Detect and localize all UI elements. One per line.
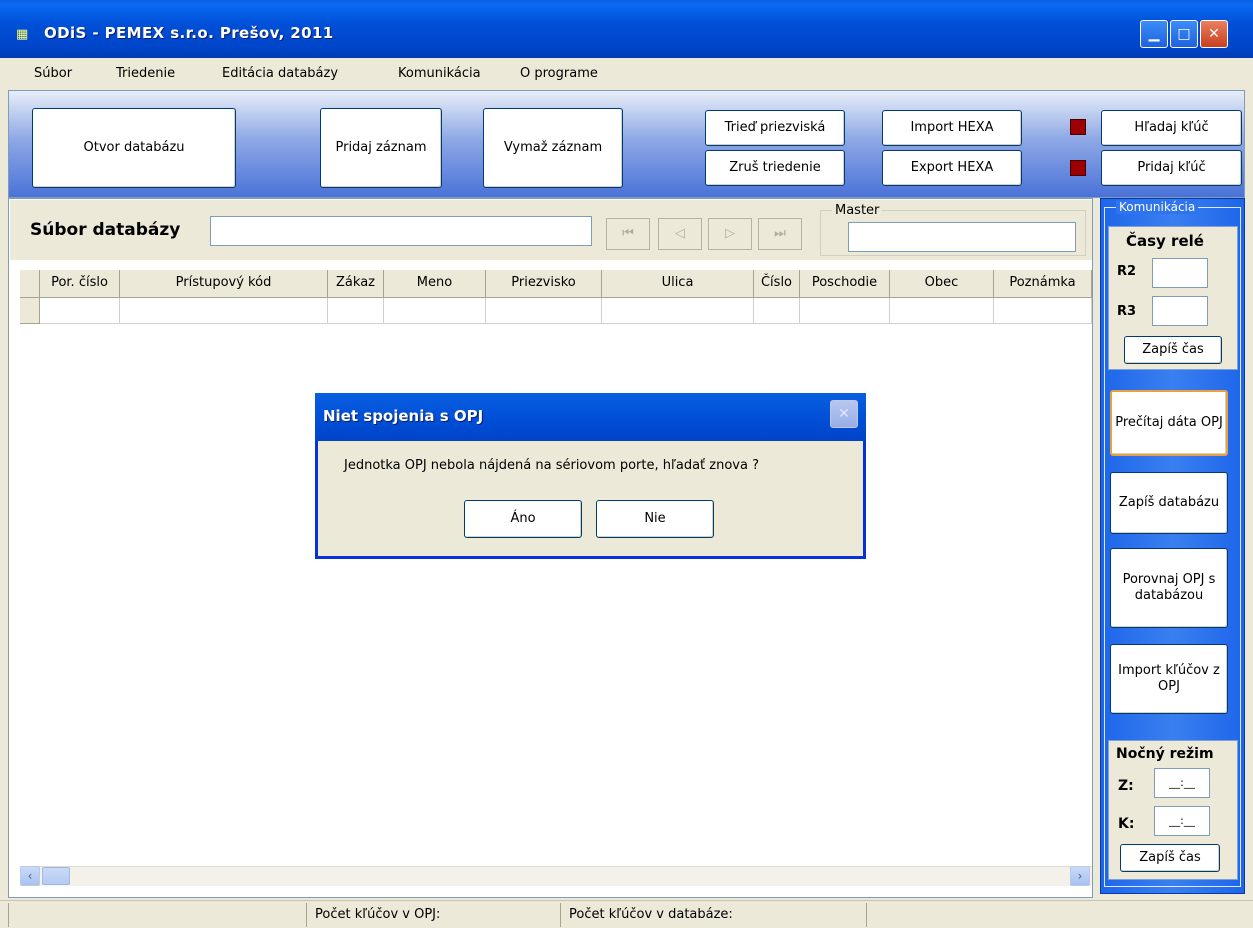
keys-in-opj-status: Počet kľúčov v OPJ: (306, 903, 556, 927)
database-file-label: Súbor databázy (30, 220, 181, 240)
read-opj-data-button[interactable]: Prečítaj dáta OPJ (1110, 390, 1228, 456)
write-relay-time-button[interactable]: Zapíš čas (1124, 336, 1222, 364)
k-label: K: (1118, 816, 1135, 832)
import-hexa-button[interactable]: Import HEXA (882, 110, 1022, 146)
menu-triedenie[interactable]: Triedenie (116, 66, 175, 81)
export-hexa-button[interactable]: Export HEXA (882, 150, 1022, 186)
add-record-button[interactable]: Pridaj záznam (320, 108, 442, 188)
find-key-button[interactable]: Hľadaj kľúč (1101, 110, 1242, 146)
column-header[interactable]: Poschodie (800, 270, 890, 298)
r3-label: R3 (1117, 304, 1137, 319)
compare-opj-button[interactable]: Porovnaj OPJ s databázou (1110, 548, 1228, 628)
database-file-input[interactable] (210, 216, 592, 246)
write-night-time-button[interactable]: Zapíš čas (1120, 844, 1220, 872)
master-label: Master (832, 203, 883, 218)
status-panel-empty (8, 903, 304, 927)
app-logo-icon[interactable]: ▦ (16, 27, 34, 43)
add-key-status-led (1070, 160, 1086, 176)
table-cell[interactable] (890, 298, 994, 324)
minimize-icon[interactable]: ▁ (1140, 20, 1168, 48)
column-header[interactable]: Obec (890, 270, 994, 298)
nav-prev-icon[interactable]: ◁ (658, 218, 702, 250)
table-cell[interactable] (486, 298, 602, 324)
column-header[interactable]: Poznámka (994, 270, 1092, 298)
table-cell[interactable] (384, 298, 486, 324)
add-key-button[interactable]: Pridaj kľúč (1101, 150, 1242, 186)
dialog-message: Jednotka OPJ nebola nájdená na sériovom … (344, 458, 759, 473)
nav-last-icon[interactable]: ⏭ (758, 218, 802, 250)
scroll-right-icon[interactable]: › (1070, 866, 1090, 886)
k-time-input[interactable]: __:__ (1154, 806, 1210, 836)
nav-first-icon[interactable]: ⏮ (606, 218, 650, 250)
z-label: Z: (1118, 778, 1134, 794)
column-header[interactable]: Prístupový kód (120, 270, 328, 298)
import-keys-button[interactable]: Import kľúčov z OPJ (1110, 644, 1228, 714)
dialog-close-icon[interactable]: ✕ (830, 400, 858, 428)
r2-label: R2 (1117, 264, 1137, 279)
night-mode-title: Nočný režim (1116, 746, 1214, 762)
menu-o-programe[interactable]: O programe (520, 66, 598, 81)
status-panel-progress (866, 903, 1226, 927)
column-header[interactable]: Meno (384, 270, 486, 298)
write-database-button[interactable]: Zapíš databázu (1110, 472, 1228, 534)
menu-editacia-databazy[interactable]: Editácia databázy (222, 66, 338, 81)
column-header[interactable]: Por. číslo (40, 270, 120, 298)
delete-record-button[interactable]: Vymaž záznam (483, 108, 623, 188)
table-cell[interactable] (328, 298, 384, 324)
r2-input[interactable] (1152, 258, 1208, 288)
keys-in-database-status: Počet kľúčov v databáze: (560, 903, 860, 927)
menu-bar (0, 58, 1253, 90)
column-header[interactable]: Zákaz (328, 270, 384, 298)
communication-label: Komunikácia (1116, 200, 1199, 214)
table-cell[interactable] (120, 298, 328, 324)
table-cell[interactable] (40, 298, 120, 324)
scroll-left-icon[interactable]: ‹ (20, 866, 40, 886)
menu-subor[interactable]: Súbor (34, 66, 72, 81)
horizontal-scrollbar[interactable] (20, 866, 1092, 886)
window-title: ODiS - PEMEX s.r.o. Prešov, 2011 (44, 24, 334, 42)
close-icon[interactable]: ✕ (1200, 20, 1228, 48)
dialog-title: Niet spojenia s OPJ (323, 407, 484, 425)
scroll-thumb[interactable] (42, 867, 70, 885)
sort-surnames-button[interactable]: Trieď priezviská (705, 110, 845, 146)
z-time-input[interactable]: __:__ (1154, 768, 1210, 798)
column-header[interactable]: Priezvisko (486, 270, 602, 298)
master-input[interactable] (848, 222, 1076, 252)
table-cell[interactable] (800, 298, 890, 324)
yes-button[interactable]: Áno (464, 500, 582, 538)
r3-input[interactable] (1152, 296, 1208, 326)
open-database-button[interactable]: Otvor databázu (32, 108, 236, 188)
maximize-icon[interactable]: □ (1170, 20, 1198, 48)
find-key-status-led (1070, 119, 1086, 135)
table-cell[interactable] (602, 298, 754, 324)
no-button[interactable]: Nie (596, 500, 714, 538)
row-indicator[interactable] (20, 298, 40, 324)
column-header[interactable]: Číslo (754, 270, 800, 298)
menu-komunikacia[interactable]: Komunikácia (398, 66, 481, 81)
cancel-sort-button[interactable]: Zruš triedenie (705, 150, 845, 186)
column-header[interactable]: Ulica (602, 270, 754, 298)
relay-times-title: Časy relé (1126, 232, 1204, 250)
row-indicator-header (20, 270, 40, 298)
table-cell[interactable] (994, 298, 1092, 324)
table-cell[interactable] (754, 298, 800, 324)
nav-next-icon[interactable]: ▷ (708, 218, 752, 250)
